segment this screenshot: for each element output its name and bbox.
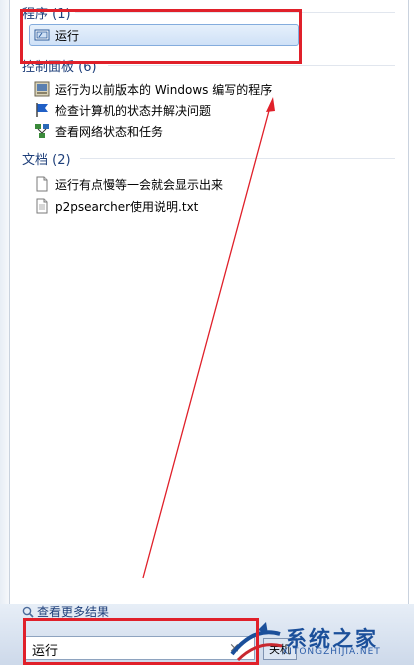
annotation-arrow xyxy=(142,97,275,579)
